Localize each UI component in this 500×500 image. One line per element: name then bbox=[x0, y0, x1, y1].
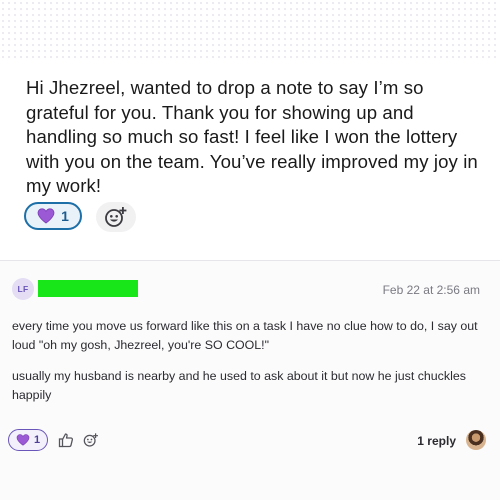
author-name-redacted bbox=[38, 280, 138, 297]
reply-count-link[interactable]: 1 reply bbox=[417, 434, 456, 448]
like-button[interactable] bbox=[58, 432, 74, 448]
reply-paragraph: usually my husband is nearby and he used… bbox=[12, 369, 466, 402]
reply-timestamp[interactable]: Feb 22 at 2:56 am bbox=[383, 283, 480, 297]
add-reaction-button[interactable] bbox=[96, 202, 136, 232]
replier-avatar[interactable] bbox=[466, 430, 486, 450]
post-card: Hi Jhezreel, wanted to drop a note to sa… bbox=[0, 62, 500, 260]
reply-thread: LF Feb 22 at 2:56 am every time you move… bbox=[0, 261, 500, 500]
background-pattern bbox=[0, 0, 500, 62]
reaction-count: 1 bbox=[33, 434, 41, 446]
heart-reaction-button[interactable]: 1 bbox=[24, 202, 82, 230]
heart-reaction-button[interactable]: 1 bbox=[8, 429, 48, 451]
add-reaction-button[interactable] bbox=[83, 432, 99, 448]
purple-heart-icon bbox=[37, 208, 55, 224]
thumbs-up-icon bbox=[58, 432, 74, 448]
purple-heart-icon bbox=[16, 434, 30, 446]
post-message: Hi Jhezreel, wanted to drop a note to sa… bbox=[26, 77, 478, 197]
reaction-count: 1 bbox=[61, 208, 69, 224]
reply-paragraph: every time you move us forward like this… bbox=[12, 319, 478, 352]
add-emoji-icon bbox=[104, 206, 128, 228]
author-avatar[interactable]: LF bbox=[12, 278, 34, 300]
add-emoji-icon bbox=[83, 432, 99, 448]
